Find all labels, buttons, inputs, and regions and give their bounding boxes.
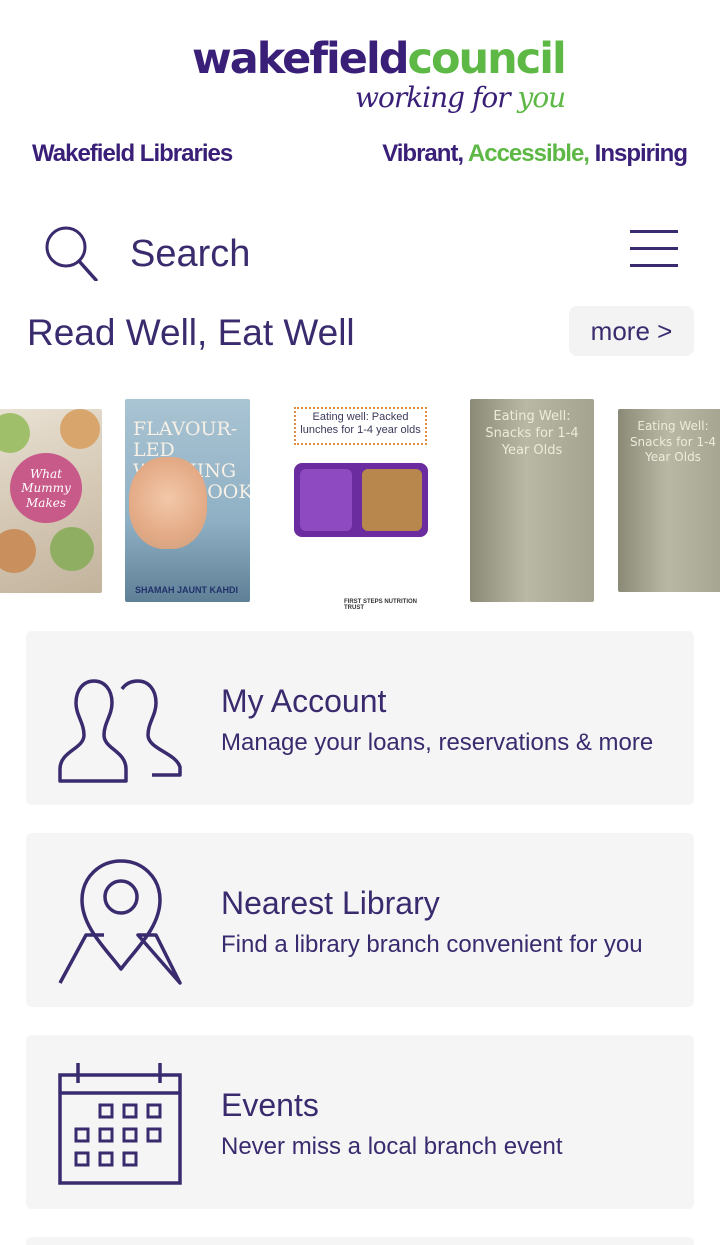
book-cover[interactable]: FLAVOUR-LED WEANING COOKBOOK SHAMAH JAUN… (125, 399, 250, 602)
section-title: Read Well, Eat Well (27, 312, 355, 353)
card-title: Events (221, 1087, 319, 1123)
council-logo: wakefieldcouncil (192, 38, 567, 81)
app-header: wakefieldcouncil working for you Wakefie… (0, 0, 720, 190)
book-title: Eating well: Packed lunches for 1-4 year… (300, 411, 421, 437)
logo-tagline: working for you (355, 81, 567, 114)
card-title: Nearest Library (221, 885, 440, 921)
book-title: Eating Well: Snacks for 1-4 Year Olds (485, 409, 579, 458)
book-cover[interactable]: Eating Well: Snacks for 1-4 Year Olds (618, 409, 720, 592)
motto-vibrant: Vibrant, (382, 140, 464, 167)
book-title: Eating Well: Snacks for 1-4 Year Olds (629, 419, 717, 465)
search-input[interactable]: Search (130, 233, 250, 276)
card-subtitle: Manage your loans, reservations & more (221, 729, 654, 756)
book-cover[interactable]: What Mummy Makes (0, 409, 102, 593)
book-cover[interactable]: Eating Well: Snacks for 1-4 Year Olds (470, 399, 594, 602)
tagline-you: you (517, 81, 567, 114)
motto-accessible: Accessible, (467, 140, 590, 167)
book-publisher: FIRST STEPS NUTRITION TRUST (344, 599, 418, 610)
motto-inspiring: Inspiring (594, 140, 688, 167)
tagline-working-for: working for (355, 81, 511, 114)
search-bar[interactable]: Search (0, 215, 720, 295)
card-subtitle: Never miss a local branch event (221, 1133, 563, 1160)
card-title: My Account (221, 683, 387, 719)
lunchbox-image (294, 463, 428, 537)
book-author: SHAMAH JAUNT KAHDI (135, 585, 238, 595)
baby-photo (129, 457, 207, 549)
logo-text-council: council (407, 34, 566, 84)
card-subtitle: Find a library branch convenient for you (221, 931, 643, 958)
search-icon[interactable] (42, 225, 98, 281)
book-carousel[interactable]: What Mummy Makes FLAVOUR-LED WEANING COO… (0, 395, 720, 610)
next-card[interactable] (26, 1237, 694, 1245)
events-card[interactable]: Events Never miss a local branch event (26, 1035, 694, 1209)
libraries-label: Wakefield Libraries (32, 140, 233, 167)
calendar-icon (58, 1063, 182, 1185)
my-account-card[interactable]: My Account Manage your loans, reservatio… (26, 631, 694, 805)
nearest-library-card[interactable]: Nearest Library Find a library branch co… (26, 833, 694, 1007)
more-button[interactable]: more > (569, 306, 694, 356)
map-pin-icon (58, 859, 182, 985)
book-title: What Mummy Makes (10, 453, 82, 523)
hamburger-menu-icon[interactable] (630, 230, 678, 270)
book-cover[interactable]: Eating well: Packed lunches for 1-4 year… (288, 399, 433, 610)
logo-text-wakefield: wakefield (192, 34, 409, 84)
users-icon (58, 679, 182, 783)
motto: Vibrant, Accessible, Inspiring (382, 140, 688, 168)
